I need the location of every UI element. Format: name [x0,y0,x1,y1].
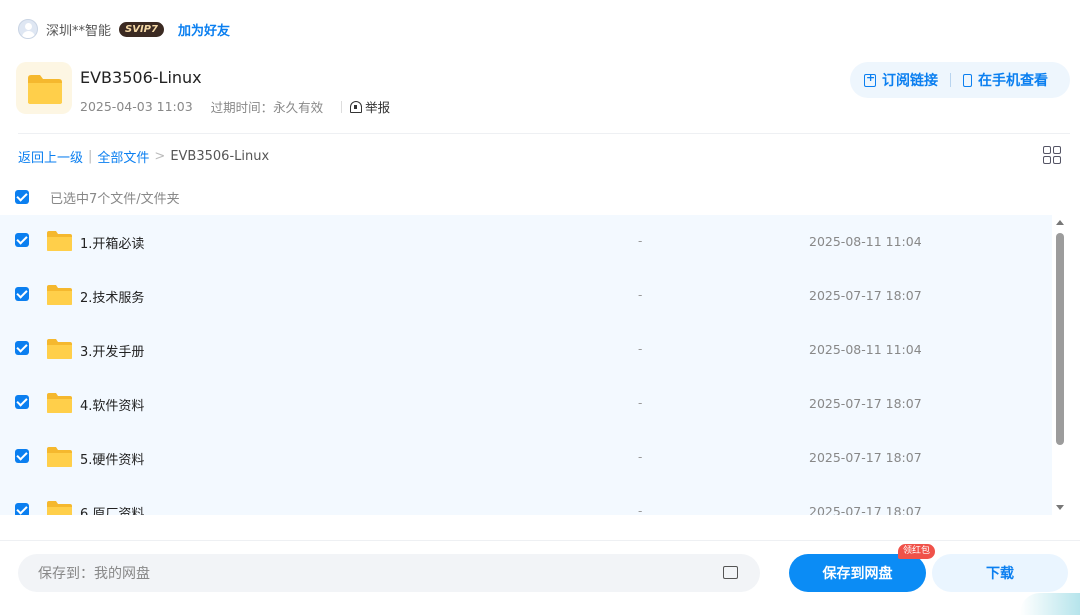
file-size: - [638,504,643,515]
save-path-field[interactable]: 保存到：我的网盘 [18,554,760,592]
breadcrumb-back[interactable]: 返回上一级 [18,147,83,166]
grid-cell [1043,146,1051,154]
folder-icon [47,447,72,467]
file-name[interactable]: 2.技术服务 [80,287,144,306]
file-size: - [638,450,643,464]
folder-icon [28,75,62,104]
folder-icon [47,231,72,251]
select-all-checkbox[interactable] [15,190,29,204]
file-name[interactable]: 6.原厂资料 [80,503,144,515]
row-checkbox[interactable] [15,287,29,301]
view-on-phone-label: 在手机查看 [978,73,1048,89]
grid-cell [1053,146,1061,154]
scrollbar-thumb[interactable] [1056,233,1064,445]
folder-icon [47,339,72,359]
selection-count: 已选中7个文件/文件夹 [50,192,180,207]
corner-decoration [1020,593,1080,615]
report-icon [350,100,363,113]
file-name[interactable]: 1.开箱必读 [80,233,144,252]
folder-icon [47,393,72,413]
report-link[interactable]: 举报 [350,97,390,116]
row-checkbox[interactable] [15,395,29,409]
file-row[interactable]: 4.软件资料 - 2025-07-17 18:07 [0,377,1052,431]
save-path-text: 保存到：我的网盘 [38,566,150,582]
user-name[interactable]: 深圳**智能 [46,20,111,39]
file-row[interactable]: 2.技术服务 - 2025-07-17 18:07 [0,269,1052,323]
subscribe-icon [864,71,876,87]
file-size: - [638,234,643,248]
share-expire: 过期时间：永久有效 [210,100,324,115]
breadcrumb-separator: | [88,149,93,164]
chevron-right-icon: > [154,149,166,164]
scrollbar[interactable] [1054,215,1066,515]
download-button[interactable]: 下载 [932,554,1068,592]
file-row[interactable]: 5.硬件资料 - 2025-07-17 18:07 [0,431,1052,485]
file-time: 2025-07-17 18:07 [809,396,922,411]
file-name[interactable]: 5.硬件资料 [80,449,144,468]
meta-divider [341,100,343,113]
file-size: - [638,342,643,356]
row-checkbox[interactable] [15,341,29,355]
share-title: EVB3506-Linux [80,68,202,87]
file-size: - [638,288,643,302]
scroll-down-icon[interactable] [1056,505,1064,510]
row-checkbox[interactable] [15,233,29,247]
breadcrumb-current: EVB3506-Linux [170,149,270,164]
folder-icon [47,285,72,305]
avatar[interactable] [18,19,38,39]
phone-icon [963,73,972,87]
file-size: - [638,396,643,410]
file-name[interactable]: 3.开发手册 [80,341,144,360]
file-list: 1.开箱必读 - 2025-08-11 11:04 2.技术服务 - 2025-07-17… [0,215,1052,515]
subscribe-label: 订阅链接 [882,73,938,89]
red-packet-badge: 领红包 [898,544,936,559]
breadcrumb-all-files[interactable]: 全部文件 [97,147,149,166]
add-friend-link[interactable]: 加为好友 [178,20,230,39]
row-checkbox[interactable] [15,449,29,463]
report-label: 举报 [365,100,391,115]
file-row[interactable]: 6.原厂资料 - 2025-07-17 18:07 [0,485,1052,515]
row-checkbox[interactable] [15,503,29,515]
file-name[interactable]: 4.软件资料 [80,395,144,414]
file-time: 2025-07-17 18:07 [809,288,922,303]
file-row[interactable]: 3.开发手册 - 2025-08-11 11:04 [0,323,1052,377]
breadcrumb: 返回上一级 | 全部文件 > EVB3506-Linux [18,147,269,166]
file-time: 2025-08-11 11:04 [809,342,922,357]
subscribe-link-button[interactable]: 订阅链接 [864,70,938,90]
share-meta: 2025-04-03 11:03 过期时间：永久有效 举报 [80,97,408,116]
file-time: 2025-08-11 11:04 [809,234,922,249]
user-row: 深圳**智能 SVIP7 加为好友 [18,18,230,40]
grid-view-icon[interactable] [1043,146,1061,164]
save-to-drive-button[interactable]: 保存到网盘 [789,554,926,592]
share-actions: 订阅链接 在手机查看 [850,62,1070,98]
action-divider [950,73,951,87]
folder-icon [47,501,72,515]
footer-divider [0,540,1080,541]
header-divider [18,133,1070,134]
file-row[interactable]: 1.开箱必读 - 2025-08-11 11:04 [0,215,1052,269]
grid-cell [1053,156,1061,164]
file-time: 2025-07-17 18:07 [809,504,922,515]
grid-cell [1043,156,1051,164]
file-time: 2025-07-17 18:07 [809,450,922,465]
scroll-up-icon[interactable] [1056,220,1064,225]
vip-badge: SVIP7 [119,21,164,37]
folder-picker-icon[interactable] [723,566,738,579]
view-on-phone-button[interactable]: 在手机查看 [963,70,1048,90]
share-date: 2025-04-03 11:03 [80,99,193,114]
